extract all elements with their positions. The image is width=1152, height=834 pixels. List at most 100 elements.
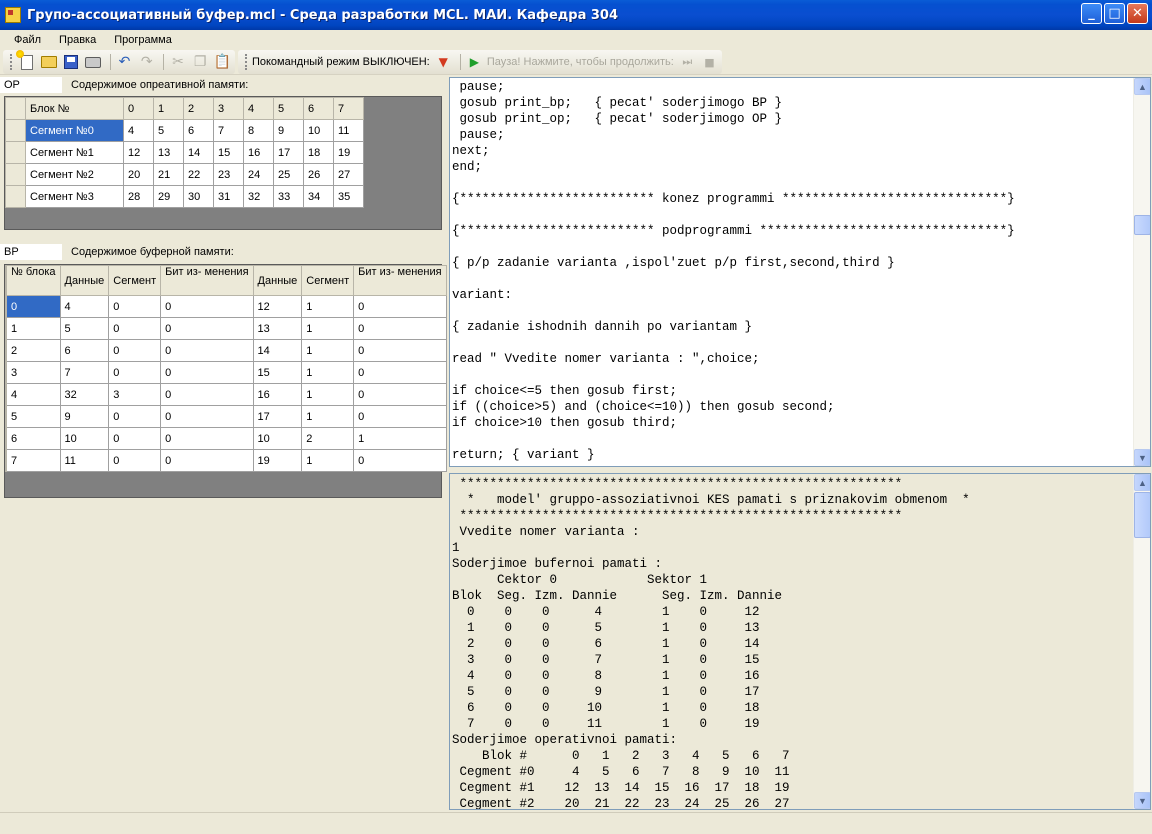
maximize-button[interactable]: □: [1104, 3, 1125, 24]
table-cell[interactable]: 20: [123, 163, 154, 186]
toolbar-grip[interactable]: [10, 54, 13, 70]
table-cell[interactable]: 1: [301, 405, 355, 428]
table-cell[interactable]: 10: [252, 427, 303, 450]
table-cell[interactable]: 10: [303, 119, 334, 142]
close-button[interactable]: ✕: [1127, 3, 1148, 24]
table-cell[interactable]: 17: [273, 141, 304, 164]
table-cell[interactable]: 1: [301, 339, 355, 362]
table-cell[interactable]: 15: [252, 361, 303, 384]
table-cell[interactable]: 17: [252, 405, 303, 428]
table-cell[interactable]: 21: [153, 163, 184, 186]
table-cell[interactable]: 30: [183, 185, 214, 208]
bp-column-header[interactable]: Бит из- менения: [160, 265, 254, 296]
op-grid[interactable]: Блок № 0 1 2 3 4 5 6 7 Сегмент №0 4 5 6 …: [4, 96, 442, 230]
table-cell[interactable]: 12: [123, 141, 154, 164]
redo-button[interactable]: ↷: [137, 52, 156, 72]
output-console[interactable]: ****************************************…: [449, 473, 1151, 810]
table-cell[interactable]: 5: [59, 317, 110, 340]
table-cell[interactable]: 29: [153, 185, 184, 208]
bp-column-header[interactable]: Данные: [59, 265, 110, 296]
table-cell[interactable]: 0: [353, 361, 447, 384]
table-cell[interactable]: 11: [59, 449, 110, 472]
table-cell[interactable]: 0: [108, 295, 162, 318]
table-cell[interactable]: 2: [301, 427, 355, 450]
save-button[interactable]: [61, 52, 80, 72]
scroll-thumb[interactable]: [1134, 215, 1150, 235]
table-cell[interactable]: 4: [6, 383, 61, 406]
table-cell[interactable]: 0: [353, 317, 447, 340]
table-cell[interactable]: 31: [213, 185, 244, 208]
row-header[interactable]: [5, 119, 26, 142]
table-cell[interactable]: 0: [108, 361, 162, 384]
table-cell[interactable]: 1: [301, 317, 355, 340]
table-cell[interactable]: 6: [59, 339, 110, 362]
table-cell[interactable]: 5: [153, 119, 184, 142]
table-cell[interactable]: Сегмент №3: [25, 185, 124, 208]
table-cell[interactable]: 7: [6, 449, 61, 472]
bp-column-header[interactable]: Данные: [252, 265, 303, 296]
table-cell[interactable]: 0: [108, 405, 162, 428]
table-cell[interactable]: 12: [252, 295, 303, 318]
table-cell[interactable]: 15: [213, 141, 244, 164]
table-cell[interactable]: 14: [183, 141, 214, 164]
scroll-up-button[interactable]: ▲: [1134, 474, 1150, 491]
table-cell[interactable]: 18: [303, 141, 334, 164]
op-column-header[interactable]: 4: [243, 97, 274, 120]
table-cell[interactable]: 0: [353, 449, 447, 472]
table-cell[interactable]: 5: [6, 405, 61, 428]
table-cell[interactable]: 13: [252, 317, 303, 340]
op-column-header[interactable]: 0: [123, 97, 154, 120]
table-cell[interactable]: 0: [353, 295, 447, 318]
op-column-header[interactable]: 3: [213, 97, 244, 120]
minimize-button[interactable]: _: [1081, 3, 1102, 24]
scroll-down-button[interactable]: ▼: [1134, 449, 1150, 466]
code-scrollbar[interactable]: ▲ ▼: [1133, 78, 1150, 466]
table-cell[interactable]: 0: [353, 405, 447, 428]
table-cell[interactable]: 28: [123, 185, 154, 208]
print-button[interactable]: [84, 52, 103, 72]
table-cell[interactable]: 0: [160, 383, 254, 406]
row-header[interactable]: [5, 141, 26, 164]
table-cell[interactable]: 0: [160, 405, 254, 428]
table-cell[interactable]: 32: [243, 185, 274, 208]
table-cell[interactable]: 1: [301, 449, 355, 472]
toolbar-grip[interactable]: [245, 54, 248, 70]
run-button[interactable]: ▶: [465, 52, 484, 72]
table-cell[interactable]: 23: [213, 163, 244, 186]
table-cell[interactable]: 33: [273, 185, 304, 208]
table-cell[interactable]: 24: [243, 163, 274, 186]
scroll-down-button[interactable]: ▼: [1134, 792, 1150, 809]
table-cell[interactable]: 4: [59, 295, 110, 318]
op-column-header[interactable]: 1: [153, 97, 184, 120]
table-cell[interactable]: 0: [108, 339, 162, 362]
menu-program[interactable]: Программа: [106, 34, 180, 46]
table-cell[interactable]: 0: [160, 449, 254, 472]
scroll-thumb[interactable]: [1134, 492, 1150, 538]
table-cell[interactable]: 0: [108, 427, 162, 450]
table-cell[interactable]: 9: [59, 405, 110, 428]
table-cell[interactable]: 0: [353, 383, 447, 406]
undo-button[interactable]: ↶: [115, 52, 134, 72]
op-column-header[interactable]: 6: [303, 97, 334, 120]
table-cell[interactable]: 7: [213, 119, 244, 142]
table-cell[interactable]: 32: [59, 383, 110, 406]
table-cell[interactable]: 7: [59, 361, 110, 384]
op-column-header[interactable]: 2: [183, 97, 214, 120]
row-header[interactable]: [5, 185, 26, 208]
table-cell[interactable]: 19: [333, 141, 364, 164]
bp-column-header[interactable]: Сегмент: [108, 265, 162, 296]
table-cell[interactable]: 0: [160, 295, 254, 318]
bp-column-header[interactable]: № блока: [6, 265, 61, 296]
table-cell[interactable]: 0: [160, 427, 254, 450]
table-cell[interactable]: 8: [243, 119, 274, 142]
table-cell[interactable]: 16: [243, 141, 274, 164]
app-icon[interactable]: [5, 7, 21, 23]
table-cell[interactable]: 9: [273, 119, 304, 142]
paste-button[interactable]: 📋: [213, 52, 232, 72]
continue-button[interactable]: ⏭: [678, 52, 697, 72]
bp-column-header[interactable]: Бит из- менения: [353, 265, 447, 296]
table-cell[interactable]: 11: [333, 119, 364, 142]
open-button[interactable]: [39, 52, 58, 72]
menu-file[interactable]: Файл: [6, 34, 49, 46]
table-cell[interactable]: Сегмент №1: [25, 141, 124, 164]
